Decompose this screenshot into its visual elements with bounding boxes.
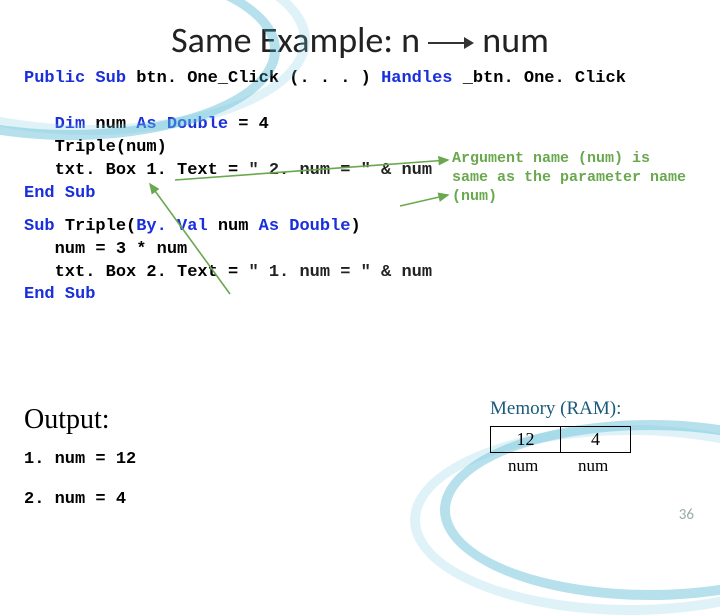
note-line: same as the parameter name [452, 169, 702, 188]
title-post: num [482, 18, 549, 62]
output-heading: Output: [24, 404, 110, 436]
code-block-2: Sub Triple(By. Val num As Double) num = … [0, 206, 720, 308]
code-text: End Sub [24, 184, 95, 203]
note-line: (num) [452, 188, 702, 207]
code-text: " 1. num = " & num [248, 263, 432, 282]
arrow-right-icon [428, 38, 474, 48]
code-text: txt. Box 1. Text = [24, 161, 248, 180]
code-text: _btn. One. Click [463, 69, 626, 88]
code-text: num [218, 217, 259, 236]
code-text: txt. Box 2. Text = [24, 263, 248, 282]
annotation-note: Argument name (num) is same as the param… [452, 150, 702, 206]
code-text: As Double [259, 217, 351, 236]
note-line: Argument name (num) is [452, 150, 702, 169]
memory-label-1: num [508, 456, 538, 476]
memory-cell-2: 4 [561, 427, 631, 453]
memory-table: 12 4 [490, 426, 631, 453]
memory-title: Memory (RAM): [490, 398, 621, 420]
slide-number: 36 [679, 506, 694, 524]
code-text: End Sub [24, 285, 95, 304]
code-text: Triple( [65, 217, 136, 236]
code-text: Triple(num) [24, 138, 167, 157]
code-text: Handles [381, 69, 463, 88]
code-text: = 4 [238, 115, 269, 134]
code-text: num = 3 * num [24, 240, 187, 259]
code-text: By. Val [136, 217, 218, 236]
output-line-2: 2. num = 4 [24, 490, 126, 509]
code-text: " 2. num = " & num [248, 161, 432, 180]
memory-cell-1: 12 [491, 427, 561, 453]
code-text: ) [351, 217, 361, 236]
code-text: Sub [24, 217, 65, 236]
output-line-1: 1. num = 12 [24, 450, 136, 469]
memory-label-2: num [578, 456, 608, 476]
